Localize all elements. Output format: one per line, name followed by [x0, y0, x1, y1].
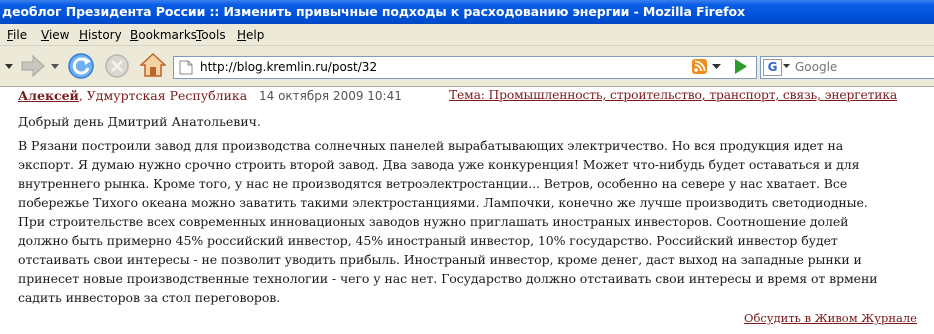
rss-feed-icon[interactable]: [692, 59, 707, 74]
navigation-toolbar: http://blog.kremlin.ru/post/32 G: [0, 46, 934, 87]
url-history-dropdown-icon[interactable]: [712, 64, 721, 70]
stop-icon[interactable]: [104, 53, 130, 79]
menu-tools[interactable]: Tools: [196, 28, 226, 42]
page-icon: [179, 60, 193, 75]
address-bar[interactable]: http://blog.kremlin.ru/post/32: [173, 56, 757, 79]
go-arrow-icon[interactable]: [732, 58, 748, 75]
window-title-bar[interactable]: деоблог Президента России :: Изменить пр…: [0, 0, 934, 24]
discuss-livejournal-link[interactable]: Обсудить в Живом Журнале: [744, 311, 917, 325]
post-topic-link[interactable]: Тема: Промышленность, строительство, тра…: [449, 88, 897, 102]
post-body-line: внутреннего рынка. Кроме того, у нас не …: [18, 176, 848, 191]
back-dropdown-icon[interactable]: [5, 64, 13, 70]
google-engine-icon[interactable]: G: [763, 59, 782, 76]
post-body-line: При строительстве всех современных иннов…: [18, 214, 849, 229]
menu-bar: File View History Bookmarks Tools Help: [0, 24, 934, 46]
post-body-line: побережье Тихого океана можно заватить т…: [18, 195, 868, 210]
menu-bookmarks[interactable]: Bookmarks: [130, 28, 197, 42]
author-region: , Удмуртская Республика: [78, 88, 248, 103]
page-content: Алексей, Удмуртская Республика 14 октябр…: [0, 87, 934, 334]
window-title: деоблог Президента России :: Изменить пр…: [2, 4, 745, 19]
forward-arrow-icon[interactable]: [20, 54, 46, 78]
menu-view[interactable]: View: [41, 28, 69, 42]
search-input[interactable]: [795, 60, 930, 74]
post-body-line: садить инвесторов за стол переговоров.: [18, 290, 281, 305]
menu-history[interactable]: History: [79, 28, 122, 42]
search-box[interactable]: G: [760, 56, 934, 79]
address-url: http://blog.kremlin.ru/post/32: [200, 60, 378, 74]
post-body-line: принесет новые производственные технолог…: [18, 271, 878, 286]
post-body-line: отстаивать свои интересы - не позволит у…: [18, 252, 862, 267]
post-body-line: экспорт. Я думаю нужно срочно строить вт…: [18, 157, 860, 172]
post-date: 14 октября 2009 10:41: [259, 89, 402, 103]
menu-file[interactable]: File: [7, 28, 27, 42]
post-author-line: Алексей, Удмуртская Республика: [18, 88, 247, 103]
menu-help[interactable]: Help: [237, 28, 264, 42]
author-name-link[interactable]: Алексей: [18, 88, 79, 103]
post-body-line: В Рязани построили завод для производств…: [18, 138, 844, 153]
search-engine-dropdown-icon[interactable]: [783, 64, 790, 69]
home-icon[interactable]: [140, 52, 166, 78]
post-body-line: должно быть примерно 45% российский инве…: [18, 233, 838, 248]
post-greeting: Добрый день Дмитрий Анатольевич.: [18, 114, 261, 129]
reload-icon[interactable]: [67, 52, 95, 80]
forward-dropdown-icon[interactable]: [51, 64, 59, 70]
